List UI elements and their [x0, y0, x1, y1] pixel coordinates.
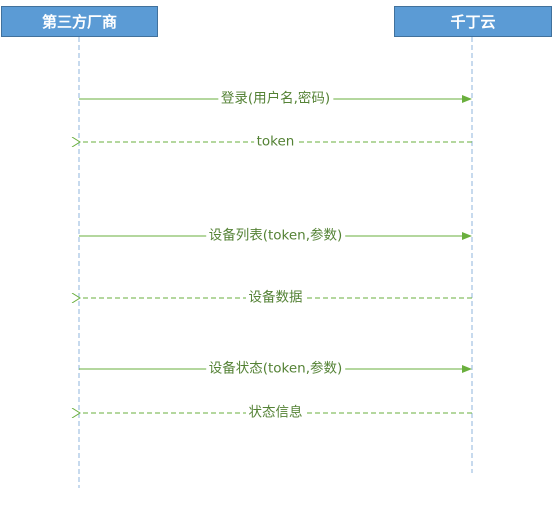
message-label-2: token: [253, 135, 298, 149]
sequence-diagram-canvas: [0, 37, 473, 488]
message-label-4: 设备数据: [245, 291, 306, 305]
message-label-5: 设备状态(token,参数): [205, 362, 346, 376]
message-label-1: 登录(用户名,密码): [217, 92, 334, 106]
message-label-3: 设备列表(token,参数): [205, 229, 346, 243]
message-label-6: 状态信息: [245, 406, 306, 420]
